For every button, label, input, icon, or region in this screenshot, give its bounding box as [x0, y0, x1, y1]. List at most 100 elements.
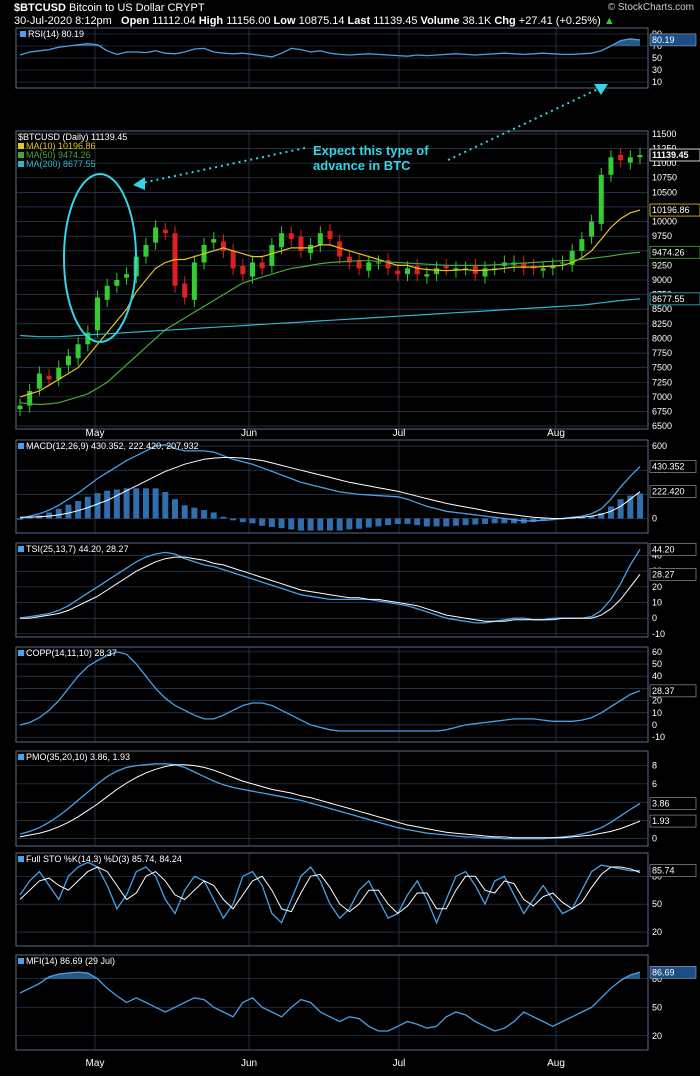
macd-histogram-bar [55, 508, 62, 519]
macd-legend-swatch [18, 443, 24, 449]
panel-2-tick-0: 0 [652, 514, 657, 524]
macd-histogram-bar [259, 518, 266, 526]
panel-5-tick-0: 0 [652, 834, 657, 844]
candle-body [75, 344, 81, 359]
macd-histogram-bar [249, 518, 256, 524]
macd-histogram-bar [375, 518, 382, 527]
macd-histogram-bar [394, 518, 401, 524]
low-label: Low [273, 15, 296, 27]
panel-1-tick-7750: 7750 [652, 348, 672, 358]
panel-1-tick-9750: 9750 [652, 231, 672, 241]
panel-1-tick-6750: 6750 [652, 406, 672, 416]
candle-body [104, 285, 110, 300]
candle-body [269, 244, 275, 266]
macd-histogram-bar [181, 505, 188, 519]
macd-histogram-bar [201, 510, 208, 519]
panel-1-tick-7250: 7250 [652, 377, 672, 387]
annotation-arrowhead-right [594, 84, 608, 95]
macd-histogram-bar [404, 518, 411, 524]
ma-line-2 [19, 298, 641, 338]
candle-body [124, 274, 130, 278]
panel-3-tick-10: 10 [652, 598, 662, 608]
macd-histogram-bar [491, 518, 498, 524]
panel-1-tick-6500: 6500 [652, 421, 672, 431]
panel-4-tick-50: 50 [652, 659, 662, 669]
month-label-top-aug: Aug [547, 428, 565, 439]
candle-body [424, 274, 430, 277]
candle-body [46, 375, 52, 380]
copp-last-value-0: 28.37 [652, 686, 675, 696]
macd-histogram-bar [423, 518, 430, 527]
ma-legend-2: MA(200) 8677.55 [26, 159, 96, 169]
macd-histogram-bar [385, 518, 392, 526]
panel-6-tick-50: 50 [652, 899, 662, 909]
panel-1-tick-8000: 8000 [652, 333, 672, 343]
panel-0-tick-50: 50 [652, 53, 662, 63]
macd-histogram-bar [162, 491, 169, 519]
panel-1-tick-10000: 10000 [652, 217, 677, 227]
panel-0-tick-30: 30 [652, 65, 662, 75]
candle-body [366, 262, 372, 271]
annotation-arrow-right [447, 88, 599, 161]
symbol: $BTCUSD [14, 2, 66, 14]
panel-6-tick-20: 20 [652, 927, 662, 937]
macd-histogram-bar [239, 518, 246, 523]
rsi-legend-swatch [20, 31, 26, 37]
annotation-line2: advance in BTC [313, 158, 411, 173]
candle-body [627, 157, 633, 163]
candle-body [395, 270, 401, 275]
macd-histogram-bar [268, 518, 275, 527]
macd-histogram-bar [307, 518, 314, 531]
month-label-bottom-jun: Jun [241, 1058, 257, 1069]
date-time: 30-Jul-2020 8:12pm [14, 15, 112, 27]
price-tag-2: 9474.26 [652, 247, 685, 257]
month-label-bottom-aug: Aug [547, 1058, 565, 1069]
open-label: Open [121, 15, 150, 27]
candle-body [250, 262, 255, 277]
panel-1-tick-8500: 8500 [652, 304, 672, 314]
pmo-legend-swatch [18, 754, 24, 760]
panel-1-tick-9250: 9250 [652, 260, 672, 270]
macd-histogram-bar [617, 499, 624, 519]
macd-histogram-bar [327, 518, 333, 531]
high-value: 11156.00 [226, 15, 271, 27]
sto-legend-swatch [18, 856, 24, 862]
chart-header-line2: 30-Jul-2020 8:12pm Open 11112.04 High 11… [14, 15, 615, 27]
last-value: 11139.45 [373, 15, 418, 27]
macd-histogram-bar [210, 512, 217, 519]
macd-histogram-bar [104, 490, 111, 519]
candle-body [279, 233, 285, 248]
chg-label: Chg [494, 15, 516, 27]
panel-3-tick-20: 20 [652, 582, 662, 592]
panel-1-tick-10750: 10750 [652, 173, 677, 183]
up-triangle-icon: ▲ [603, 15, 615, 27]
candle-body [153, 227, 159, 243]
macd-histogram-bar [65, 504, 72, 519]
candle-body [608, 157, 614, 175]
ma-legend-swatch-0 [18, 143, 24, 149]
rsi-last-value: 80.19 [652, 35, 675, 45]
candle-body [308, 244, 314, 254]
mfi-last-value: 86.69 [652, 967, 675, 977]
tsi-last-value-1: 28.27 [652, 569, 675, 579]
panel-1-tick-10500: 10500 [652, 187, 677, 197]
candle-body [540, 268, 546, 271]
macd-histogram-bar [462, 518, 469, 526]
watermark: © StockCharts.com [607, 2, 694, 13]
macd-signal-last-value: 222.420 [652, 487, 685, 497]
panel-5-tick-8: 8 [652, 761, 657, 771]
candle-body [443, 265, 449, 269]
macd-histogram-bar [220, 516, 227, 519]
panel-2-tick-600: 600 [652, 441, 667, 451]
mfi-line [19, 971, 641, 1032]
candle-body [211, 239, 217, 243]
low-value: 10875.14 [298, 15, 345, 27]
exchange: CRYPT [167, 2, 205, 14]
macd-histogram-bar [365, 518, 372, 528]
candle-body [598, 174, 604, 224]
panel-3-tick--10: -10 [652, 629, 665, 639]
rsi-legend: RSI(14) 80.19 [28, 29, 84, 39]
tsi-legend-swatch [18, 546, 24, 552]
sto-legend: Full STO %K(14,3) %D(3) 85.74, 84.24 [26, 854, 182, 864]
macd-signal-line [19, 457, 641, 519]
